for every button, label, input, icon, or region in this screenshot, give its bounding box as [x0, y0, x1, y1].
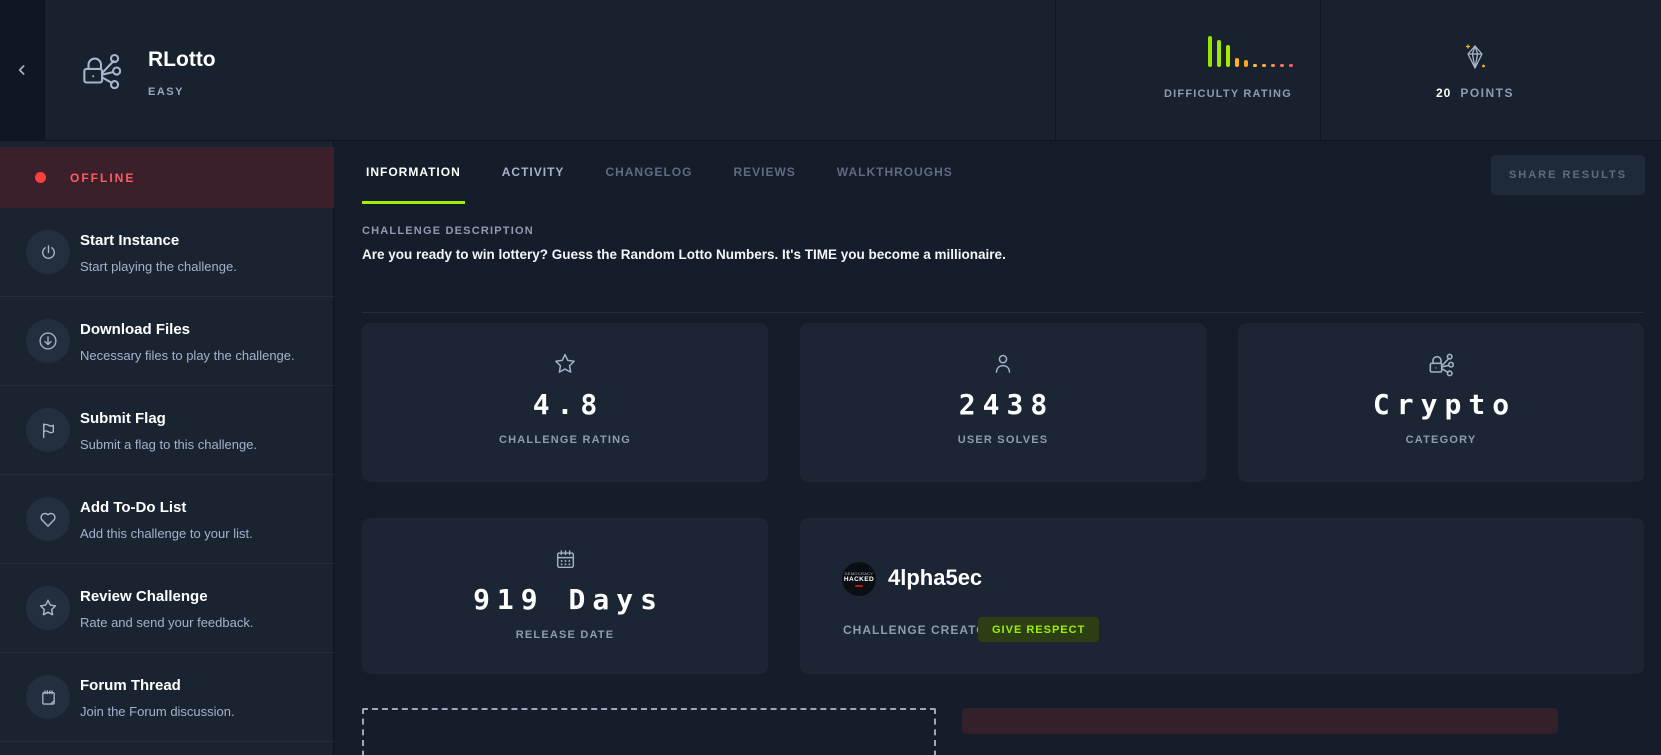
difficulty-bar	[1271, 64, 1275, 67]
user-solves-value: 2438	[952, 388, 1054, 421]
danger-bar	[962, 708, 1558, 734]
lock-share-icon	[1425, 349, 1457, 379]
tab-activity[interactable]: ACTIVITY	[498, 161, 569, 204]
difficulty-rating-label: DIFFICULTY RATING	[1128, 88, 1328, 100]
sidebar-item-title: Submit Flag	[80, 410, 166, 427]
release-date-card: 919 Days RELEASE DATE	[362, 518, 768, 674]
category-label: CATEGORY	[1406, 434, 1477, 446]
sidebar-item-subtitle: Rate and send your feedback.	[80, 615, 253, 630]
star-icon	[26, 586, 70, 630]
give-respect-button[interactable]: GIVE RESPECT	[978, 617, 1099, 642]
points-widget: 20 POINTS	[1380, 0, 1570, 140]
stats-grid: 4.8 CHALLENGE RATING 2438 USER SOLVES	[362, 323, 1644, 674]
sidebar-item-download-files[interactable]: Download Files Necessary files to play t…	[0, 297, 334, 386]
sidebar-item-title: Review Challenge	[80, 588, 208, 605]
sidebar-item-subtitle: Necessary files to play the challenge.	[80, 348, 295, 363]
difficulty-badge: EASY	[148, 86, 184, 98]
tab-bar: INFORMATION ACTIVITY CHANGELOG REVIEWS W…	[362, 161, 957, 204]
description-text: Are you ready to win lottery? Guess the …	[362, 247, 1006, 262]
lock-share-icon	[76, 44, 126, 96]
avatar-red-mark	[855, 585, 863, 587]
challenge-rating-label: CHALLENGE RATING	[499, 434, 631, 446]
power-icon	[26, 230, 70, 274]
share-results-button[interactable]: SHARE RESULTS	[1491, 155, 1645, 195]
release-date-value: 919 Days	[466, 583, 664, 616]
sidebar-item-add-todo[interactable]: Add To-Do List Add this challenge to you…	[0, 475, 334, 564]
difficulty-bar	[1253, 64, 1257, 67]
sidebar-item-title: Download Files	[80, 321, 190, 338]
gem-icon	[1462, 42, 1488, 72]
challenge-creator-card: DEMOCRACY HACKED 4lpha5ec CHALLENGE CREA…	[800, 518, 1644, 674]
challenge-rating-card: 4.8 CHALLENGE RATING	[362, 323, 768, 482]
release-date-label: RELEASE DATE	[516, 629, 615, 641]
sidebar: OFFLINE Start Instance Start playing the…	[0, 141, 334, 755]
user-solves-card: 2438 USER SOLVES	[800, 323, 1206, 482]
status-banner: OFFLINE	[0, 147, 334, 208]
tab-walkthroughs[interactable]: WALKTHROUGHS	[833, 161, 957, 204]
avatar-text: HACKED	[844, 576, 874, 583]
collapse-rail[interactable]	[0, 0, 45, 140]
sidebar-item-subtitle: Add this challenge to your list.	[80, 526, 253, 541]
sidebar-item-submit-flag[interactable]: Submit Flag Submit a flag to this challe…	[0, 386, 334, 475]
main-content: INFORMATION ACTIVITY CHANGELOG REVIEWS W…	[335, 141, 1661, 755]
difficulty-bar	[1208, 36, 1212, 67]
heart-icon	[26, 497, 70, 541]
tab-reviews[interactable]: REVIEWS	[729, 161, 799, 204]
difficulty-bar	[1289, 64, 1293, 67]
user-solves-label: USER SOLVES	[958, 434, 1049, 446]
status-label: OFFLINE	[70, 171, 135, 185]
header: RLotto EASY DIFFICULTY RATING	[0, 0, 1661, 141]
sidebar-item-subtitle: Submit a flag to this challenge.	[80, 437, 257, 452]
difficulty-rating-widget: DIFFICULTY RATING	[1128, 0, 1328, 140]
status-dot-icon	[35, 172, 46, 183]
creator-label: CHALLENGE CREATOR	[843, 623, 996, 637]
flag-icon	[26, 408, 70, 452]
difficulty-bar	[1262, 64, 1266, 67]
points-value: 20	[1436, 86, 1451, 100]
notepad-icon	[26, 675, 70, 719]
creator-avatar[interactable]: DEMOCRACY HACKED	[842, 562, 876, 596]
star-icon	[552, 349, 578, 379]
sidebar-item-subtitle: Join the Forum discussion.	[80, 704, 235, 719]
sidebar-item-forum-thread[interactable]: Forum Thread Join the Forum discussion.	[0, 653, 334, 742]
challenge-title: RLotto	[148, 48, 216, 72]
category-card: Crypto CATEGORY	[1238, 323, 1644, 482]
points-line: 20 POINTS	[1380, 86, 1570, 100]
download-icon	[26, 319, 70, 363]
person-icon	[990, 349, 1016, 379]
tab-information[interactable]: INFORMATION	[362, 161, 465, 204]
sidebar-item-review-challenge[interactable]: Review Challenge Rate and send your feed…	[0, 564, 334, 653]
tab-changelog[interactable]: CHANGELOG	[601, 161, 696, 204]
description-label: CHALLENGE DESCRIPTION	[362, 225, 534, 237]
challenge-page: RLotto EASY DIFFICULTY RATING	[0, 0, 1661, 755]
dashed-drop-area[interactable]	[362, 708, 936, 755]
sidebar-item-title: Forum Thread	[80, 677, 181, 694]
calendar-icon	[553, 544, 578, 574]
difficulty-bar	[1217, 40, 1221, 67]
sidebar-item-title: Add To-Do List	[80, 499, 186, 516]
difficulty-bar	[1244, 60, 1248, 67]
difficulty-bar	[1280, 64, 1284, 67]
header-divider	[1055, 0, 1056, 140]
category-value: Crypto	[1366, 388, 1516, 421]
creator-name[interactable]: 4lpha5ec	[888, 565, 982, 591]
chevron-left-icon[interactable]	[14, 62, 30, 78]
difficulty-bar	[1226, 45, 1230, 67]
difficulty-bar	[1235, 58, 1239, 67]
sidebar-item-title: Start Instance	[80, 232, 179, 249]
section-divider	[362, 312, 1644, 313]
sidebar-item-start-instance[interactable]: Start Instance Start playing the challen…	[0, 208, 334, 297]
difficulty-histogram	[1208, 36, 1293, 67]
sidebar-item-subtitle: Start playing the challenge.	[80, 259, 237, 274]
points-label: POINTS	[1460, 86, 1514, 100]
challenge-rating-value: 4.8	[526, 388, 605, 421]
